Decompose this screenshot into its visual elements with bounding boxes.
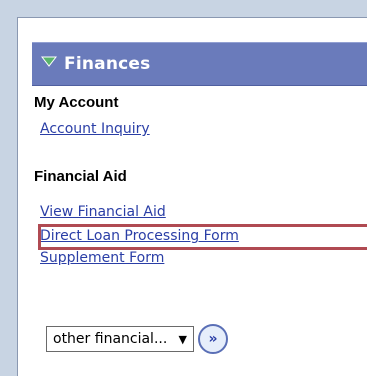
triangle-down-icon[interactable]	[40, 53, 58, 71]
other-financial-select[interactable]: other financial... ▼	[46, 326, 194, 352]
finances-header[interactable]: Finances	[32, 42, 367, 86]
double-chevron-right-icon: »	[208, 330, 218, 347]
section-title-my-account: My Account	[34, 94, 119, 111]
finances-panel: Finances My Account Account Inquiry Fina…	[0, 0, 367, 376]
panel-title: Finances	[64, 54, 151, 74]
link-supplement-form[interactable]: Supplement Form	[40, 250, 164, 266]
link-view-financial-aid[interactable]: View Financial Aid	[40, 204, 166, 220]
section-title-financial-aid: Financial Aid	[34, 168, 127, 185]
link-direct-loan-processing-form[interactable]: Direct Loan Processing Form	[40, 228, 239, 244]
go-button[interactable]: »	[198, 324, 228, 354]
link-account-inquiry[interactable]: Account Inquiry	[40, 121, 150, 137]
finances-card: Finances My Account Account Inquiry Fina…	[17, 17, 367, 376]
select-value: other financial...	[53, 331, 168, 347]
chevron-down-icon: ▼	[178, 332, 187, 346]
